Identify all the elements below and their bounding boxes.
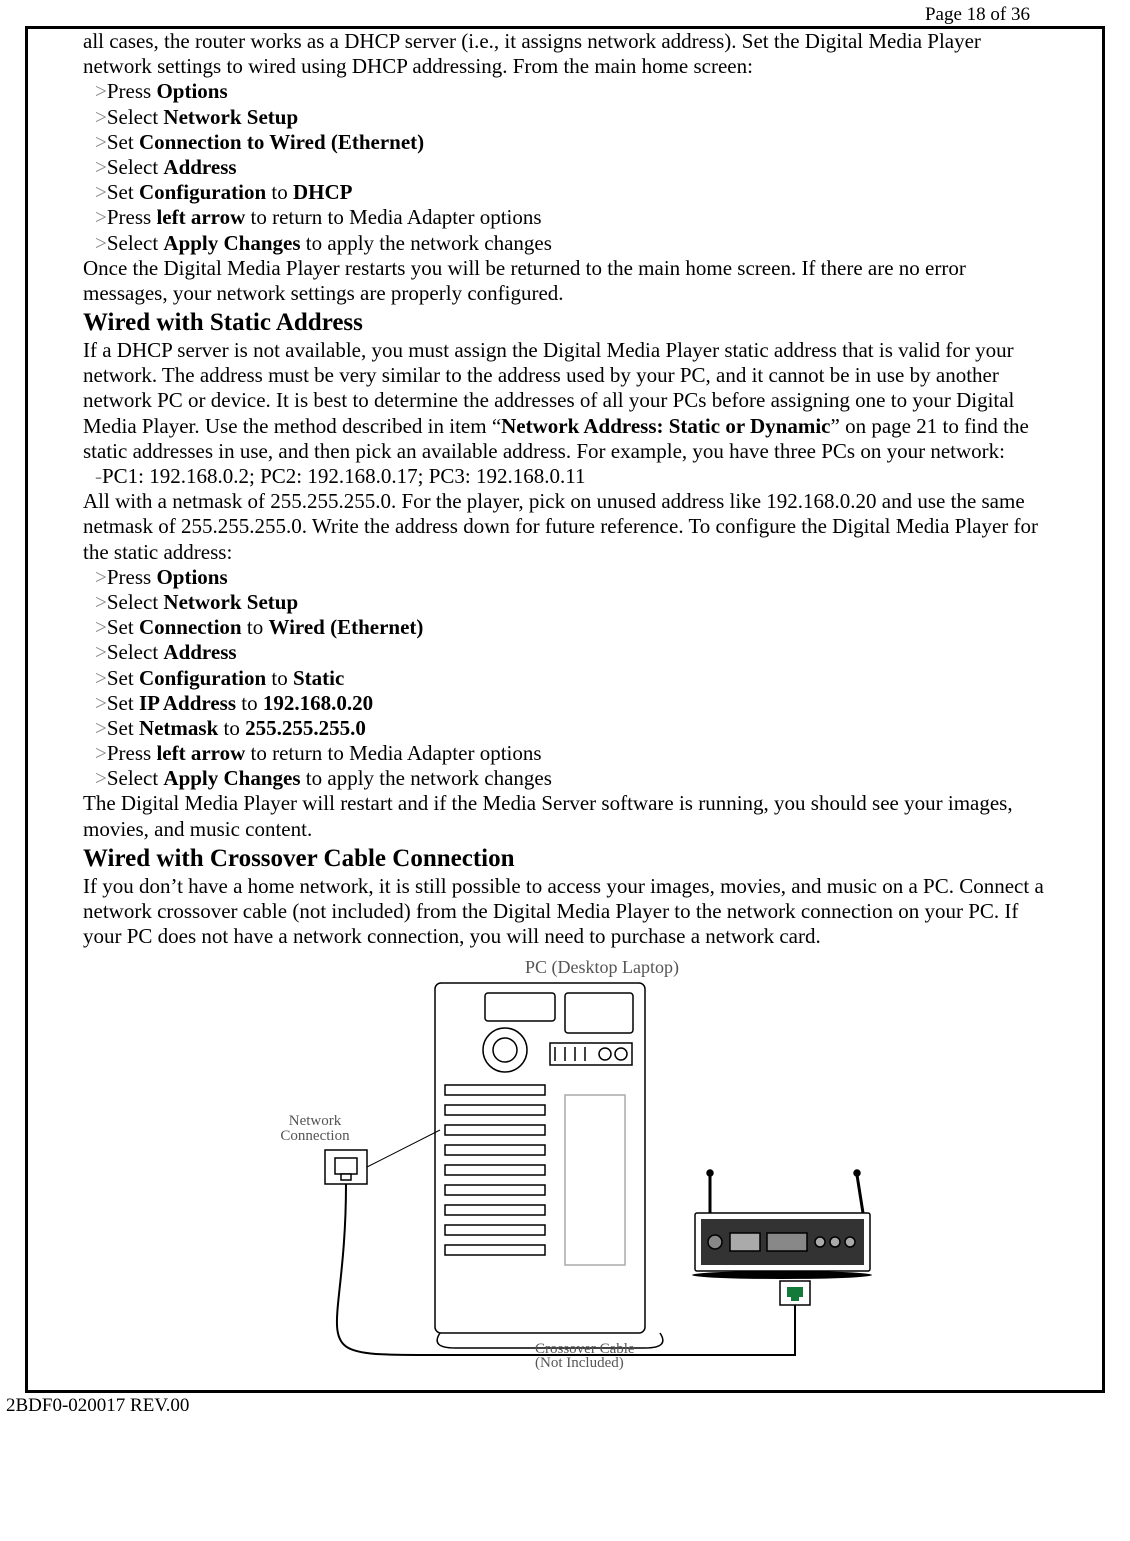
step-line: >Set Connection to Wired (Ethernet) bbox=[83, 130, 1047, 155]
static-paragraph-1: If a DHCP server is not available, you m… bbox=[83, 338, 1047, 464]
steps-dhcp: >Press Options>Select Network Setup>Set … bbox=[83, 79, 1047, 255]
step-line: >Press Options bbox=[83, 79, 1047, 104]
heading-crossover: Wired with Crossover Cable Connection bbox=[83, 844, 1047, 874]
pc-tower-icon bbox=[435, 983, 645, 1333]
content-frame: all cases, the router works as a DHCP se… bbox=[25, 26, 1105, 1393]
step-line: >Set Configuration to DHCP bbox=[83, 180, 1047, 205]
step-line: >Set IP Address to 192.168.0.20 bbox=[83, 691, 1047, 716]
media-player-icon bbox=[692, 1170, 872, 1305]
network-connection-label-1: Network bbox=[289, 1113, 342, 1129]
steps-static: >Press Options>Select Network Setup>Set … bbox=[83, 565, 1047, 792]
document-footer: 2BDF0-020017 REV.00 bbox=[0, 1393, 1130, 1417]
step-line: >Select Network Setup bbox=[83, 590, 1047, 615]
crossover-diagram: PC (Desktop Laptop) Network Conne bbox=[83, 955, 1047, 1381]
pc-label: PC (Desktop Laptop) bbox=[525, 957, 679, 978]
after-static-paragraph: The Digital Media Player will restart an… bbox=[83, 791, 1047, 841]
after-dhcp-paragraph: Once the Digital Media Player restarts y… bbox=[83, 256, 1047, 306]
content: all cases, the router works as a DHCP se… bbox=[28, 29, 1102, 1390]
page-number: Page 18 of 36 bbox=[0, 0, 1130, 26]
intro-paragraph: all cases, the router works as a DHCP se… bbox=[83, 29, 1047, 79]
step-line: >Select Apply Changes to apply the netwo… bbox=[83, 766, 1047, 791]
static-paragraph-2: All with a netmask of 255.255.255.0. For… bbox=[83, 489, 1047, 565]
step-line: >Press left arrow to return to Media Ada… bbox=[83, 205, 1047, 230]
step-line: >Set Configuration to Static bbox=[83, 666, 1047, 691]
crossover-paragraph: If you don’t have a home network, it is … bbox=[83, 874, 1047, 950]
step-line: >Press left arrow to return to Media Ada… bbox=[83, 741, 1047, 766]
diagram-svg: PC (Desktop Laptop) Network Conne bbox=[255, 955, 875, 1375]
network-connection-label-2: Connection bbox=[280, 1128, 350, 1144]
step-line: >Select Apply Changes to apply the netwo… bbox=[83, 231, 1047, 256]
step-line: >Select Network Setup bbox=[83, 105, 1047, 130]
ethernet-jack-icon bbox=[325, 1150, 367, 1184]
step-line: >Select Address bbox=[83, 155, 1047, 180]
step-line: >Select Address bbox=[83, 640, 1047, 665]
step-line: >Press Options bbox=[83, 565, 1047, 590]
pc-examples-line: -PC1: 192.168.0.2; PC2: 192.168.0.17; PC… bbox=[83, 464, 1047, 489]
heading-wired-static: Wired with Static Address bbox=[83, 308, 1047, 338]
step-line: >Set Netmask to 255.255.255.0 bbox=[83, 716, 1047, 741]
step-line: >Set Connection to Wired (Ethernet) bbox=[83, 615, 1047, 640]
crossover-cable-label-2: (Not Included) bbox=[535, 1355, 624, 1371]
